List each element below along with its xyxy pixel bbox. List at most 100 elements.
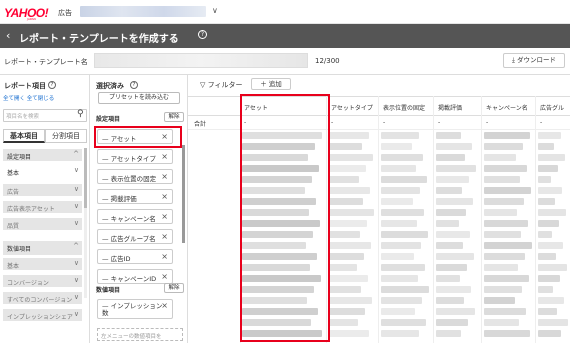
- load-preset-button[interactable]: プリセットを読み込む: [98, 92, 180, 104]
- column-header[interactable]: キャンペーン名: [486, 103, 528, 112]
- remove-icon[interactable]: ×: [161, 152, 168, 161]
- category-5[interactable]: 数値項目 ^: [3, 241, 82, 255]
- category-1[interactable]: 基本 ∨: [3, 165, 82, 177]
- category-6[interactable]: 基本 ∨: [3, 258, 82, 270]
- remove-icon[interactable]: ×: [161, 192, 168, 201]
- tab-basic-items[interactable]: 基本項目: [3, 129, 45, 143]
- scrollbar-thumb[interactable]: [182, 145, 185, 243]
- filter-icon: ▽: [200, 81, 206, 89]
- blurred-cell: [381, 297, 422, 304]
- blurred-cell: [329, 264, 357, 271]
- chevron-up-icon[interactable]: ^: [73, 242, 79, 250]
- column-header[interactable]: 掲載評価: [438, 103, 462, 112]
- back-arrow-icon[interactable]: ‹: [6, 29, 10, 42]
- blurred-cell: [538, 286, 553, 293]
- column-divider: [481, 96, 482, 343]
- blurred-cell: [436, 187, 462, 194]
- selected-item-chip[interactable]: — 掲載評価 ×: [97, 189, 173, 204]
- blurred-cell: [436, 253, 474, 260]
- selected-item-label: — キャンペーン名: [102, 215, 156, 223]
- add-filter-button[interactable]: ＋ 追加: [251, 78, 291, 90]
- column-header[interactable]: 広告グル: [540, 103, 564, 112]
- category-4[interactable]: 品質 ∨: [3, 218, 82, 230]
- blurred-cell: [484, 198, 524, 205]
- filter-button[interactable]: ▽ フィルター: [200, 80, 243, 90]
- blurred-cell: [538, 198, 555, 205]
- remove-icon[interactable]: ×: [161, 232, 168, 241]
- blurred-cell: [381, 286, 429, 293]
- help-icon[interactable]: ?: [48, 81, 56, 89]
- tab-split-items[interactable]: 分割項目: [45, 129, 87, 143]
- blurred-cell: [329, 319, 358, 326]
- blurred-cell: [484, 264, 518, 271]
- category-label: 設定項目: [7, 154, 32, 161]
- blurred-cell: [381, 242, 421, 249]
- blurred-cell: [484, 319, 519, 326]
- blurred-cell: [538, 275, 560, 282]
- category-3[interactable]: 広告表示アセット ∨: [3, 201, 82, 213]
- blurred-column-data: [381, 132, 429, 340]
- blurred-cell: [329, 143, 362, 150]
- selected-item-chip[interactable]: — アセットタイプ ×: [97, 149, 173, 164]
- selected-item-chip[interactable]: — 広告グループ名 ×: [97, 229, 173, 244]
- remove-icon[interactable]: ×: [161, 252, 168, 261]
- blurred-cell: [538, 165, 558, 172]
- blurred-cell: [329, 286, 361, 293]
- download-button[interactable]: ⤓ ダウンロード: [503, 53, 565, 68]
- blurred-cell: [436, 132, 461, 139]
- search-icon[interactable]: ⚲: [77, 109, 84, 119]
- chevron-down-icon[interactable]: ∨: [74, 276, 79, 284]
- help-icon[interactable]: ?: [198, 30, 207, 39]
- blurred-cell: [381, 187, 420, 194]
- blurred-cell: [329, 330, 369, 337]
- help-icon[interactable]: ?: [130, 81, 138, 89]
- selected-items-panel: 選択済み ? プリセットを読み込む 設定項目 解除 — アセット × — アセットタ…: [90, 75, 188, 343]
- account-name-blurred[interactable]: [80, 6, 206, 17]
- category-label: 基本: [7, 170, 20, 177]
- chevron-down-icon[interactable]: ∨: [74, 293, 79, 301]
- category-2[interactable]: 広告 ∨: [3, 184, 82, 196]
- category-7[interactable]: コンバージョン ∨: [3, 275, 82, 287]
- blurred-cell: [436, 198, 473, 205]
- collapse-all-link[interactable]: 全て閉じる: [27, 96, 55, 102]
- clear-settings-button[interactable]: 解除: [164, 112, 184, 122]
- selected-item-label: — 広告グループ名: [102, 235, 156, 243]
- blurred-cell: [538, 176, 551, 183]
- account-chevron-down-icon[interactable]: ∨: [212, 6, 218, 15]
- column-divider: [433, 96, 434, 343]
- selected-item-chip[interactable]: — 広告ID ×: [97, 249, 173, 264]
- chevron-down-icon[interactable]: ∨: [74, 259, 79, 267]
- selected-item-chip[interactable]: — 表示位置の固定 ×: [97, 169, 173, 184]
- selected-item-chip[interactable]: — キャンペーン名 ×: [97, 209, 173, 224]
- blurred-cell: [436, 275, 460, 282]
- blurred-cell: [484, 286, 522, 293]
- category-9[interactable]: インプレッションシェア ∨: [3, 309, 82, 321]
- expand-all-link[interactable]: 全て開く: [3, 96, 25, 102]
- chevron-up-icon[interactable]: ^: [73, 150, 79, 158]
- selected-item-chip[interactable]: — キャンペーンID ×: [97, 269, 173, 284]
- selected-item-label: — 広告ID: [102, 255, 131, 263]
- blurred-cell: [436, 220, 459, 227]
- category-8[interactable]: すべてのコンバージョン ∨: [3, 292, 82, 304]
- remove-icon[interactable]: ×: [161, 272, 168, 281]
- column-header[interactable]: 表示位置の固定: [383, 103, 425, 112]
- remove-icon[interactable]: ×: [161, 212, 168, 221]
- remove-icon[interactable]: ×: [161, 302, 168, 310]
- blurred-cell: [381, 176, 427, 183]
- scrollbar-thumb[interactable]: [84, 148, 87, 208]
- chevron-down-icon[interactable]: ∨: [74, 310, 79, 318]
- chevron-down-icon[interactable]: ∨: [74, 219, 79, 227]
- template-name-input[interactable]: [94, 53, 308, 68]
- category-label: 広告表示アセット: [7, 206, 55, 213]
- blurred-cell: [484, 297, 515, 304]
- chevron-down-icon[interactable]: ∨: [74, 185, 79, 193]
- remove-icon[interactable]: ×: [161, 172, 168, 181]
- column-header[interactable]: アセットタイプ: [331, 103, 373, 112]
- item-search-input[interactable]: 項目名を検索: [3, 109, 87, 122]
- category-0[interactable]: 設定項目 ^: [3, 149, 82, 161]
- chevron-down-icon[interactable]: ∨: [74, 166, 79, 174]
- chevron-down-icon[interactable]: ∨: [74, 202, 79, 210]
- numeric-item-chip[interactable]: — インプレッション数 ×: [97, 299, 173, 319]
- clear-numeric-button[interactable]: 解除: [164, 283, 184, 293]
- selected-item-label: — 表示位置の固定: [102, 175, 157, 183]
